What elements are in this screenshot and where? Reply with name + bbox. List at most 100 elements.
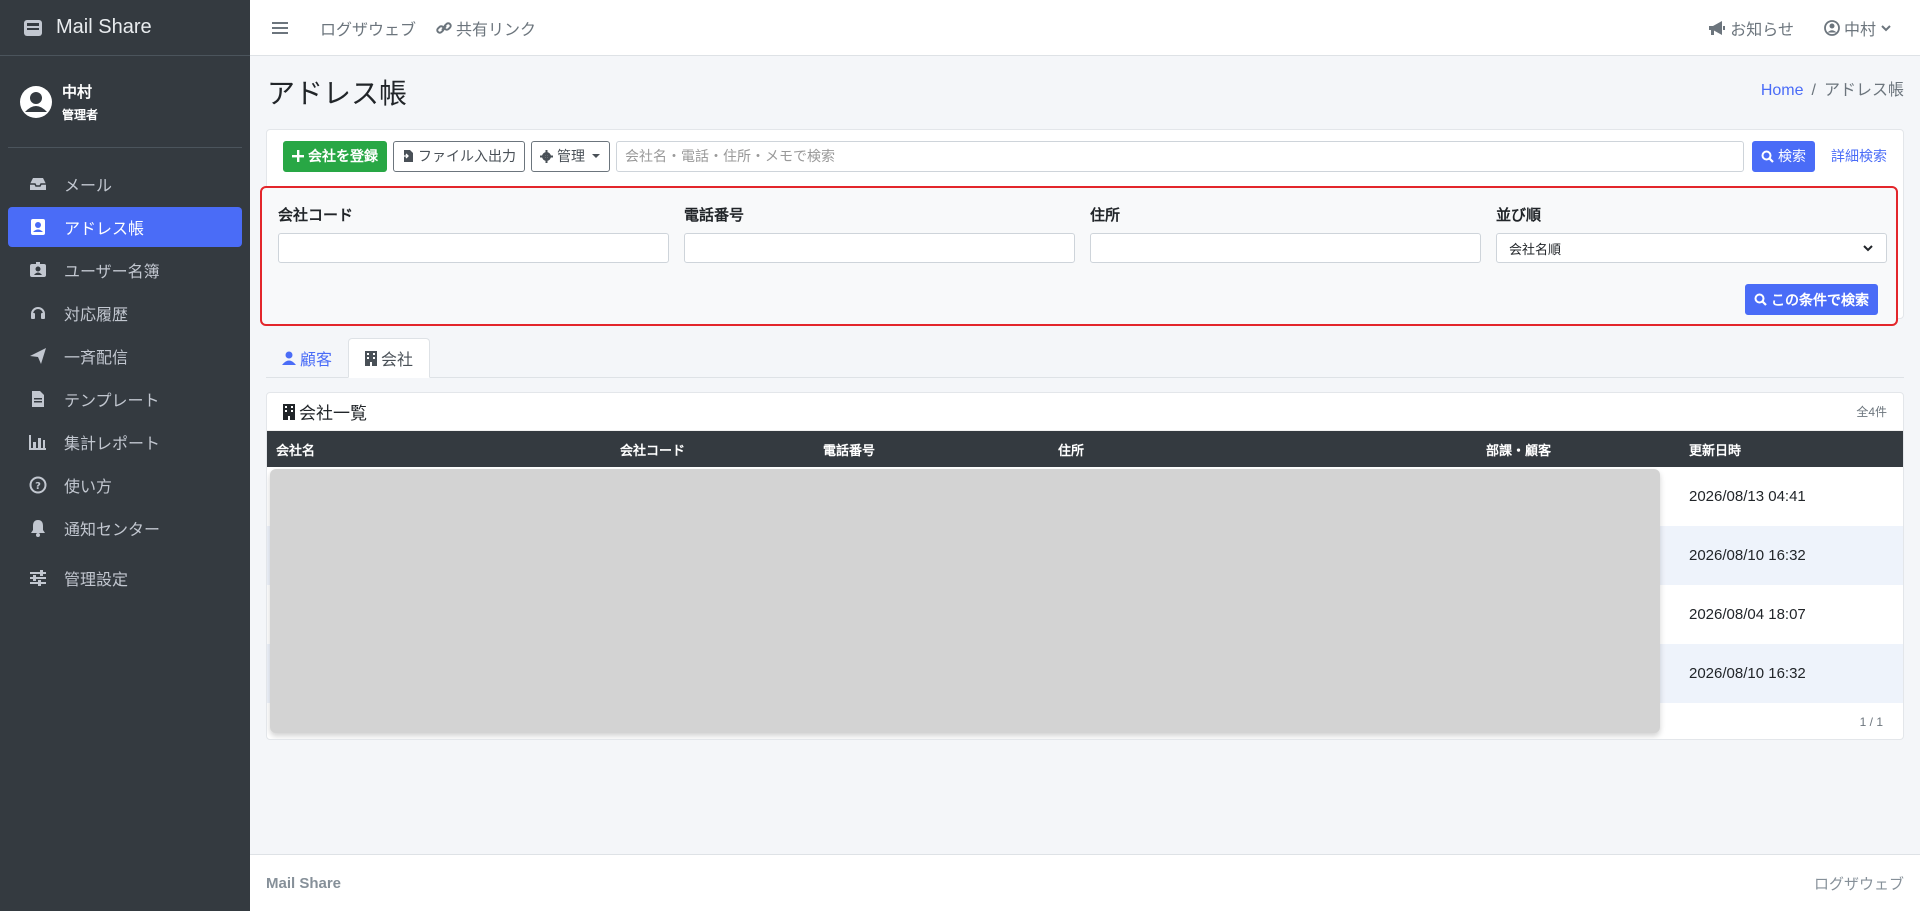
sort-select[interactable]: 会社名順 <box>1496 233 1887 263</box>
column-header-address[interactable]: 住所 <box>1049 431 1477 467</box>
company-list-card: 会社一覧 全4件 会社名 会社コード 電話番号 住所 部課・顧客 更新日時 20… <box>266 392 1904 740</box>
column-header-phone[interactable]: 電話番号 <box>814 431 1049 467</box>
paper-plane-icon <box>28 347 48 365</box>
company-count: 全4件 <box>1856 405 1887 419</box>
tab-customer-label: 顧客 <box>300 352 333 369</box>
megaphone-icon <box>1709 20 1726 35</box>
updated-cell: 2026/08/13 04:41 <box>1689 488 1806 505</box>
topbar-link-shared[interactable]: 共有リンク <box>436 16 536 40</box>
notice-button[interactable]: お知らせ <box>1708 16 1794 40</box>
company-list-title: 会社一覧 <box>283 399 367 424</box>
notice-label: お知らせ <box>1730 21 1794 39</box>
column-header-company-name[interactable]: 会社名 <box>267 431 611 467</box>
register-company-button[interactable]: 会社を登録 <box>283 140 387 172</box>
company-code-label: 会社コード <box>278 207 354 224</box>
sidebar-item-notifications[interactable]: 通知センター <box>8 508 242 548</box>
chevron-down-icon <box>1863 245 1873 252</box>
sidebar-item-label: 対応履歴 <box>64 307 129 324</box>
search-input[interactable]: 会社名・電話・住所・メモで検索 <box>616 140 1744 172</box>
footer-link[interactable]: ログザウェブ <box>1814 873 1904 894</box>
building-icon <box>365 350 378 366</box>
register-company-label: 会社を登録 <box>308 148 378 164</box>
sidebar: Mail Share 中村 管理者 メール アドレス帳 ユーザー名簿 対応履歴 <box>0 0 250 911</box>
file-import-icon <box>402 150 413 162</box>
address-field: 住所 <box>1090 204 1481 263</box>
link-icon <box>436 21 452 34</box>
file-icon <box>28 390 48 408</box>
mail-box-icon <box>22 17 44 39</box>
phone-input[interactable] <box>684 233 1075 263</box>
sidebar-item-help[interactable]: ? 使い方 <box>8 465 242 505</box>
breadcrumb: Home / アドレス帳 <box>1761 76 1904 100</box>
building-icon <box>283 403 295 420</box>
sidebar-item-label: 集計レポート <box>64 436 161 453</box>
user-menu[interactable]: 中村 <box>1824 16 1896 40</box>
breadcrumb-current: アドレス帳 <box>1823 82 1904 99</box>
search-toolbar: 会社を登録 ファイル入出力 管理 会社名・電話・住所・メモで検索 検索 詳細検索 <box>283 140 1887 172</box>
updated-cell: 2026/08/10 16:32 <box>1689 665 1806 682</box>
footer-brand: Mail Share <box>266 874 342 892</box>
search-label: 検索 <box>1778 148 1806 164</box>
chevron-down-icon <box>1881 24 1891 31</box>
tab-company[interactable]: 会社 <box>348 338 431 378</box>
breadcrumb-home[interactable]: Home <box>1761 82 1804 99</box>
user-avatar-icon <box>20 85 52 118</box>
sidebar-item-admin-settings[interactable]: 管理設定 <box>8 558 242 598</box>
table-header-row: 会社名 会社コード 電話番号 住所 部課・顧客 更新日時 <box>267 431 1903 467</box>
updated-cell: 2026/08/10 16:32 <box>1689 547 1806 564</box>
sidebar-item-report[interactable]: 集計レポート <box>8 422 242 462</box>
tab-customer[interactable]: 顧客 <box>266 338 348 378</box>
company-code-input[interactable] <box>278 233 669 263</box>
search-placeholder: 会社名・電話・住所・メモで検索 <box>625 148 835 164</box>
bar-chart-icon <box>28 433 48 451</box>
advanced-search-submit-button[interactable]: この条件で検索 <box>1745 284 1878 315</box>
sidebar-item-user-list[interactable]: ユーザー名簿 <box>8 250 242 290</box>
sidebar-item-mail[interactable]: メール <box>8 164 242 204</box>
search-icon <box>1761 150 1774 163</box>
advanced-search-link[interactable]: 詳細検索 <box>1831 146 1887 166</box>
user-menu-label: 中村 <box>1843 21 1876 39</box>
column-header-updated[interactable]: 更新日時 <box>1680 431 1903 467</box>
advanced-search-submit-label: この条件で検索 <box>1771 291 1869 308</box>
address-label: 住所 <box>1090 207 1121 224</box>
updated-cell: 2026/08/04 18:07 <box>1689 606 1806 623</box>
topbar-right: お知らせ 中村 <box>1678 16 1896 40</box>
sidebar-item-template[interactable]: テンプレート <box>8 379 242 419</box>
sort-selected-value: 会社名順 <box>1509 241 1562 257</box>
file-io-button[interactable]: ファイル入出力 <box>393 140 525 172</box>
user-panel[interactable]: 中村 管理者 <box>8 56 242 148</box>
id-badge-icon <box>28 261 48 279</box>
topbar: ログザウェブ 共有リンク お知らせ 中村 <box>250 0 1920 56</box>
address-input[interactable] <box>1090 233 1481 263</box>
column-header-dept-customer[interactable]: 部課・顧客 <box>1477 431 1680 467</box>
address-book-icon <box>28 218 48 236</box>
sidebar-item-address-book[interactable]: アドレス帳 <box>8 207 242 247</box>
user-name: 中村 <box>62 83 93 101</box>
search-icon <box>1754 293 1767 306</box>
user-role: 管理者 <box>62 107 99 122</box>
file-io-label: ファイル入出力 <box>418 148 516 164</box>
topbar-link-logthe-web[interactable]: ログザウェブ <box>320 16 416 40</box>
user-icon <box>282 351 296 365</box>
sidebar-item-history[interactable]: 対応履歴 <box>8 293 242 333</box>
inbox-icon <box>28 175 48 193</box>
headset-icon <box>28 304 48 322</box>
sidebar-item-label: 使い方 <box>64 479 113 496</box>
pagination[interactable]: 1 / 1 <box>1860 715 1883 729</box>
manage-label: 管理 <box>557 148 585 164</box>
company-code-field: 会社コード <box>278 204 669 263</box>
sidebar-item-label: テンプレート <box>64 393 160 410</box>
manage-dropdown-button[interactable]: 管理 <box>531 140 610 172</box>
menu-toggle-icon[interactable] <box>272 16 300 40</box>
sidebar-item-label: 一斉配信 <box>64 350 129 367</box>
page-title: アドレス帳 <box>267 78 408 109</box>
question-circle-icon: ? <box>28 476 48 494</box>
sidebar-nav: メール アドレス帳 ユーザー名簿 対応履歴 一斉配信 テンプレート 集計レポート… <box>0 164 250 598</box>
company-list-header: 会社一覧 全4件 <box>267 393 1903 431</box>
sidebar-item-broadcast[interactable]: 一斉配信 <box>8 336 242 376</box>
sort-field: 並び順 会社名順 <box>1496 204 1887 263</box>
search-button[interactable]: 検索 <box>1752 140 1815 172</box>
redacted-overlay <box>270 469 1660 733</box>
brand[interactable]: Mail Share <box>0 0 250 56</box>
column-header-company-code[interactable]: 会社コード <box>611 431 814 467</box>
